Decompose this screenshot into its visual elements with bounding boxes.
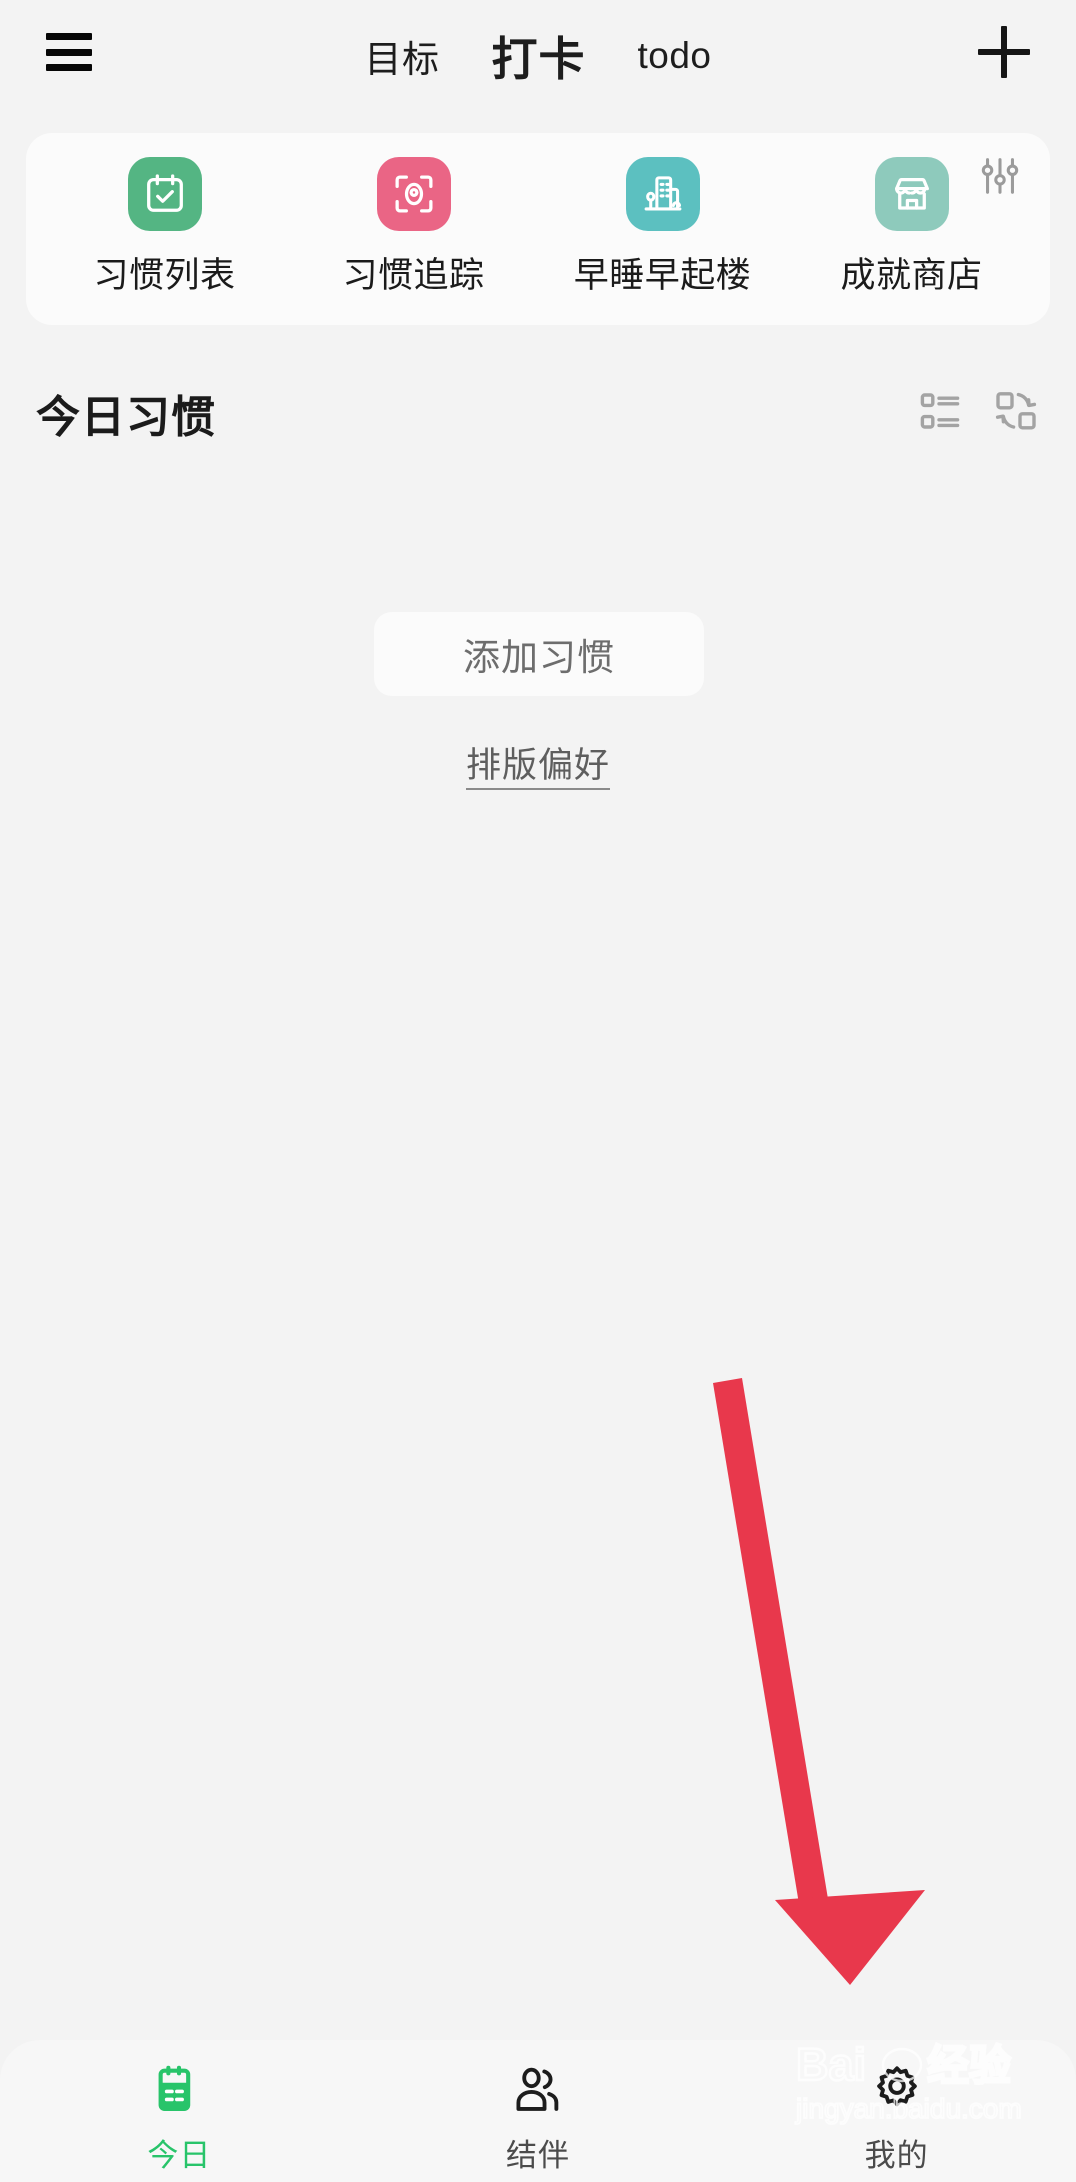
shortcut-label: 早睡早起楼 <box>573 256 752 295</box>
list-view-icon[interactable] <box>916 387 964 435</box>
tab-goal[interactable]: 目标 <box>364 29 439 83</box>
tab-checkin[interactable]: 打卡 <box>491 23 585 89</box>
tab-todo[interactable]: todo <box>637 35 711 77</box>
target-focus-icon <box>376 157 451 231</box>
shortcut-label: 成就商店 <box>840 256 983 295</box>
top-bar: 目标 打卡 todo <box>0 0 1076 112</box>
calendar-check-icon <box>127 157 202 231</box>
shortcut-card: 习惯列表 习惯追踪 早睡早起楼 成就商店 <box>26 133 1050 325</box>
sliders-icon[interactable] <box>976 153 1024 199</box>
plus-icon[interactable] <box>978 26 1030 78</box>
add-habit-button[interactable]: 添加习惯 <box>374 612 704 696</box>
nav-label: 今日 <box>147 2138 212 2173</box>
shortcut-label: 习惯追踪 <box>342 256 485 295</box>
typesetting-preference-link[interactable]: 排版偏好 <box>0 737 1076 790</box>
view-toggle-group <box>916 387 1040 435</box>
shortcut-habit-list[interactable]: 习惯列表 <box>40 157 289 325</box>
building-icon <box>625 157 700 231</box>
typesetting-preference-label: 排版偏好 <box>465 746 610 790</box>
top-tabs: 目标 打卡 todo <box>0 0 1076 112</box>
calendar-icon <box>150 2062 208 2120</box>
store-icon <box>874 157 949 231</box>
swap-view-icon[interactable] <box>992 387 1040 435</box>
nav-item-today[interactable]: 今日 <box>0 2062 359 2175</box>
section-header: 今日习惯 <box>0 373 1076 451</box>
shortcut-habit-tracking[interactable]: 习惯追踪 <box>289 157 538 325</box>
page-title: 今日习惯 <box>36 393 216 442</box>
people-icon <box>509 2062 567 2120</box>
annotation-arrow <box>713 1378 925 1985</box>
app-screen: 目标 打卡 todo 习惯列表 习惯追踪 早睡早起楼 成就商店 今日习惯 添加习… <box>0 0 1076 2182</box>
nav-label: 结伴 <box>506 2138 570 2173</box>
shortcut-early-sleep-building[interactable]: 早睡早起楼 <box>538 157 787 325</box>
gear-icon <box>868 2062 926 2120</box>
shortcut-label: 习惯列表 <box>93 256 236 295</box>
nav-item-companion[interactable]: 结伴 <box>359 2062 718 2175</box>
bottom-navigation: 今日 结伴 我的 <box>0 2040 1076 2182</box>
nav-item-mine[interactable]: 我的 <box>717 2062 1076 2175</box>
nav-label: 我的 <box>864 2138 929 2173</box>
